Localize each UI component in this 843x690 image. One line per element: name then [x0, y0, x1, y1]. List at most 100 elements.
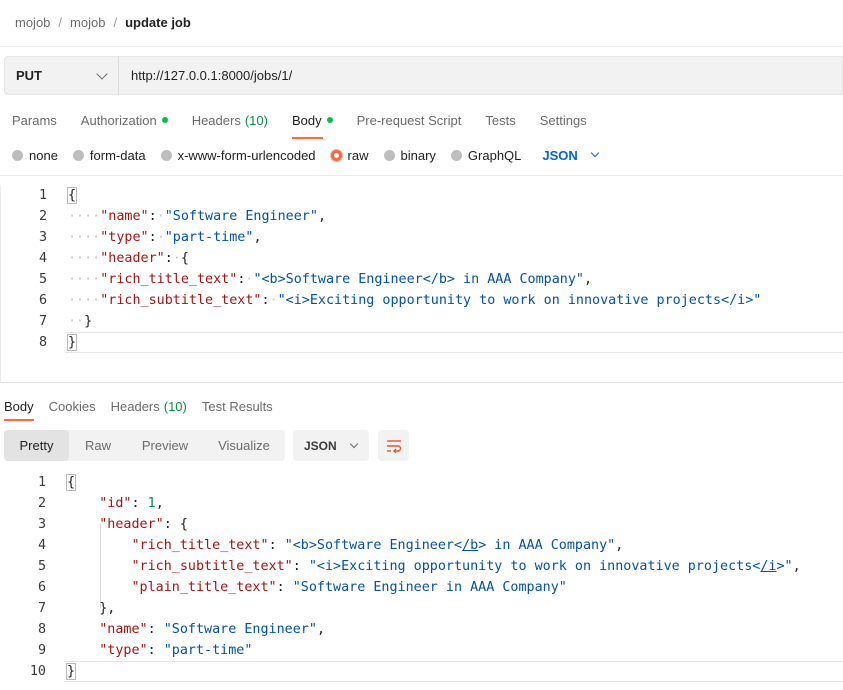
code-line: 1{ [0, 472, 843, 493]
code-line: 8} [1, 332, 843, 353]
code-text: "name": "Software Engineer", [99, 622, 325, 637]
tab-label: Body [291, 112, 322, 128]
tab-cookies[interactable]: Cookies [49, 397, 96, 415]
radio-label: x-www-form-urlencoded [177, 147, 316, 163]
tab-label: Headers [191, 112, 241, 128]
radio-icon [160, 149, 172, 161]
radio-icon [72, 149, 84, 161]
radio-raw[interactable]: raw [330, 148, 369, 163]
response-body-viewer[interactable]: 1{ 2 "id": 1, 3 "header": { 4 "rich_titl… [0, 472, 843, 690]
radio-checked-icon [330, 149, 342, 161]
code-text: { [65, 474, 77, 491]
json-string: "<b>Software Engineer</b> in AAA Company… [253, 272, 584, 287]
request-bar: PUT http://127.0.0.1:8000/jobs/1/ [4, 56, 843, 95]
tab-response-headers[interactable]: Headers (10) [111, 397, 187, 415]
line-number: 8 [38, 335, 47, 350]
method-select[interactable]: PUT [4, 56, 118, 95]
headers-count: (10) [163, 398, 187, 414]
url-input[interactable]: http://127.0.0.1:8000/jobs/1/ [118, 56, 843, 95]
status-dot-icon [161, 117, 168, 123]
request-body-editor[interactable]: 1{ 2 ····"name":·"Software Engineer", 3 ··… [0, 185, 843, 382]
code-line: 9 "type": "part-time" [0, 640, 843, 661]
json-key: "type" [100, 230, 149, 245]
code-text: ····"type":·"part-time", [68, 230, 262, 245]
body-format-select[interactable]: JSON [542, 147, 600, 163]
breadcrumb-workspace[interactable]: mojob [15, 15, 50, 30]
line-number: 4 [38, 251, 47, 266]
view-raw-button[interactable]: Raw [69, 430, 127, 461]
code-line: 10} [0, 661, 843, 682]
json-string-part: > in AAA Company" [478, 538, 616, 553]
line-number: 9 [37, 643, 46, 658]
view-visualize-button[interactable]: Visualize [203, 430, 285, 461]
tab-label: Body [4, 398, 34, 414]
json-key: "header" [99, 517, 164, 532]
code-text: ····"name":·"Software Engineer", [68, 209, 326, 224]
line-number: 5 [38, 272, 47, 287]
radio-label: form-data [89, 147, 146, 163]
breadcrumb-collection[interactable]: mojob [70, 15, 105, 30]
tab-authorization[interactable]: Authorization [81, 109, 168, 131]
tab-settings[interactable]: Settings [540, 109, 587, 131]
line-number: 5 [37, 559, 46, 574]
radio-urlencoded[interactable]: x-www-form-urlencoded [160, 147, 316, 163]
line-number: 2 [38, 209, 47, 224]
code-line: 8 "name": "Software Engineer", [0, 619, 843, 640]
tab-label: Authorization [80, 112, 157, 128]
json-key: "rich_title_text" [100, 272, 238, 287]
code-text: ····"rich_title_text":·"<b>Software Engi… [68, 272, 593, 287]
code-line: 6 ····"rich_subtitle_text":·"<i>Exciting … [1, 290, 843, 311]
radio-graphql[interactable]: GraphQL [450, 147, 522, 163]
code-line: 5 "rich_subtitle_text": "<i>Exciting opp… [0, 556, 843, 577]
json-string: "Software Engineer" [164, 209, 318, 224]
tab-label: Test Results [201, 398, 273, 414]
radio-icon [12, 149, 23, 161]
breadcrumb: mojob / mojob / update job [15, 13, 191, 31]
tab-label: Params [12, 112, 57, 128]
tab-label: Cookies [48, 398, 96, 414]
code-line: 1{ [1, 185, 843, 206]
code-line: 6 "plain_title_text": "Software Engineer… [0, 577, 843, 598]
json-key: "id" [99, 496, 132, 511]
pane-resize-divider[interactable] [0, 382, 843, 383]
json-key: "name" [100, 209, 149, 224]
json-string: "part-time" [163, 643, 253, 658]
chevron-down-icon [96, 67, 108, 80]
tab-body[interactable]: Body [291, 109, 333, 139]
radio-icon [450, 149, 462, 161]
tab-headers[interactable]: Headers (10) [192, 109, 268, 131]
json-string-part: "<i>Exciting opportunity to work on inno… [308, 559, 761, 574]
radio-icon [383, 149, 395, 161]
code-text: { [66, 187, 78, 204]
radio-binary[interactable]: binary [383, 148, 436, 163]
chevron-down-icon [349, 439, 359, 448]
wrap-lines-button[interactable] [378, 430, 409, 461]
tab-params[interactable]: Params [12, 109, 57, 131]
tab-prerequest-script[interactable]: Pre-request Script [357, 109, 462, 131]
line-number: 1 [38, 188, 47, 203]
code-line: 3 ····"type":·"part-time", [1, 227, 843, 248]
json-string-part: >" [776, 559, 793, 574]
radio-form-data[interactable]: form-data [72, 147, 146, 163]
code-text: "rich_subtitle_text": "<i>Exciting oppor… [131, 559, 801, 574]
radio-label: GraphQL [467, 147, 522, 163]
view-preview-button[interactable]: Preview [127, 430, 203, 461]
code-line: 4 "rich_title_text": "<b>Software Engine… [0, 535, 843, 556]
tab-label: Headers [110, 398, 160, 414]
response-view-toolbar: Pretty Raw Preview Visualize JSON [4, 430, 409, 461]
breadcrumb-separator: / [58, 14, 63, 30]
json-string: "part-time" [164, 230, 254, 245]
json-string-part: /b [462, 538, 479, 553]
body-format-label: JSON [542, 147, 578, 163]
radio-none[interactable]: none [12, 148, 58, 163]
breadcrumb-request-name[interactable]: update job [125, 15, 191, 30]
tab-test-results[interactable]: Test Results [202, 397, 273, 415]
response-format-select[interactable]: JSON [293, 430, 369, 461]
json-key: "header" [100, 251, 165, 266]
code-text: } [66, 334, 78, 351]
tab-response-body[interactable]: Body [4, 397, 34, 421]
json-string-part: "<b>Software Engineer< [284, 538, 463, 553]
tab-tests[interactable]: Tests [485, 109, 515, 131]
code-text: ··} [68, 314, 93, 329]
view-pretty-button[interactable]: Pretty [4, 430, 69, 461]
